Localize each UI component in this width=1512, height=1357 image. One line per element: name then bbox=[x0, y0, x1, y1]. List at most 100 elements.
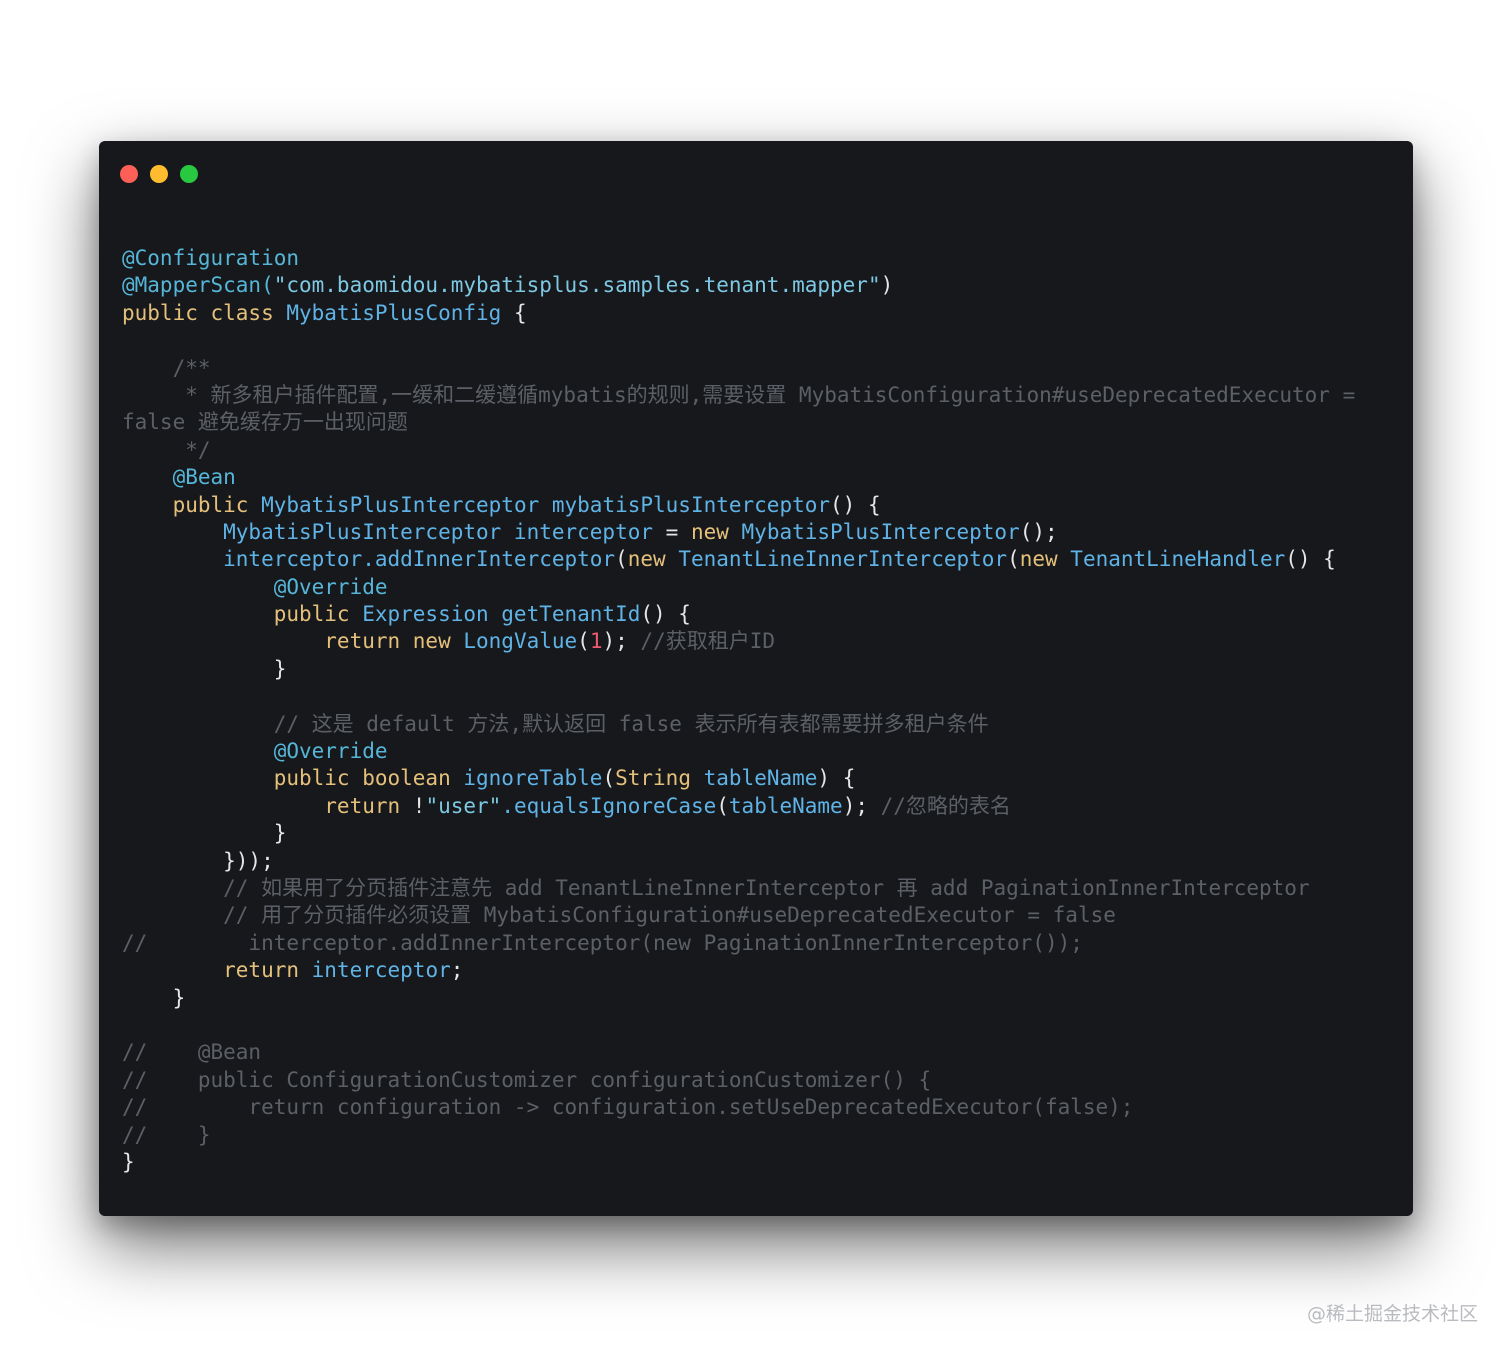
code-token: false 避免缓存万一出现问题 bbox=[122, 410, 408, 435]
code-token: "user" bbox=[425, 793, 502, 818]
code-token: TenantLineInnerInterceptor bbox=[678, 547, 1008, 572]
code-line: return !"user".equalsIgnoreCase(tableNam… bbox=[122, 793, 1373, 820]
code-token: interceptor.addInnerInterceptor bbox=[122, 547, 616, 572]
code-token: MybatisPlusInterceptor bbox=[741, 519, 1020, 544]
code-token: (); bbox=[1019, 519, 1058, 544]
code-line: // public ConfigurationCustomizer config… bbox=[122, 1067, 1373, 1094]
code-token: ) bbox=[880, 273, 894, 298]
code-line: @Bean bbox=[122, 464, 1373, 491]
code-token: LongValue bbox=[463, 629, 578, 654]
code-token: ( bbox=[577, 629, 590, 654]
code-token: /** bbox=[122, 355, 211, 380]
code-token: ); bbox=[842, 793, 881, 818]
code-token: // interceptor.addInnerInterceptor(new P… bbox=[122, 930, 1083, 955]
code-token: public boolean bbox=[122, 766, 464, 791]
code-token: public bbox=[122, 602, 363, 627]
code-token: @Override bbox=[122, 739, 388, 764]
code-line: return interceptor; bbox=[122, 957, 1373, 984]
code-block: @Configuration @MapperScan("com.baomidou.… bbox=[122, 245, 1373, 1176]
code-token: } bbox=[122, 985, 186, 1010]
code-token: ); bbox=[602, 629, 641, 654]
code-window: @Configuration @MapperScan("com.baomidou.… bbox=[99, 141, 1413, 1216]
code-line: @Override bbox=[122, 574, 1373, 601]
minimize-window-button[interactable] bbox=[150, 165, 168, 183]
code-token: () { bbox=[1285, 547, 1336, 572]
code-line: // interceptor.addInnerInterceptor(new P… bbox=[122, 930, 1373, 957]
code-token: 1 bbox=[589, 629, 603, 654]
code-token: tableName bbox=[728, 793, 843, 818]
code-token: ; bbox=[450, 958, 464, 983]
code-line: // 这是 default 方法,默认返回 false 表示所有表都需要拼多租户… bbox=[122, 711, 1373, 738]
code-line: })); bbox=[122, 848, 1373, 875]
code-token: //获取租户ID bbox=[640, 629, 775, 654]
code-line: @Configuration bbox=[122, 245, 1373, 272]
code-line: // @Bean bbox=[122, 1039, 1373, 1066]
code-token: } bbox=[122, 656, 287, 681]
code-token: return new bbox=[122, 629, 464, 654]
code-token: ignoreTable bbox=[463, 766, 603, 791]
code-line: @Override bbox=[122, 738, 1373, 765]
code-line: // 如果用了分页插件注意先 add TenantLineInnerInterc… bbox=[122, 875, 1373, 902]
code-token: @Bean bbox=[122, 465, 236, 490]
code-token: // 如果用了分页插件注意先 add TenantLineInnerInterc… bbox=[122, 875, 1310, 900]
code-token: ( bbox=[1007, 547, 1020, 572]
watermark: @稀土掘金技术社区 bbox=[1306, 1303, 1478, 1325]
code-token: TenantLineHandler bbox=[1070, 547, 1286, 572]
code-token: new bbox=[627, 547, 679, 572]
code-token: return bbox=[122, 958, 312, 983]
code-token: tableName bbox=[703, 766, 818, 791]
code-line: // 用了分页插件必须设置 MybatisConfiguration#useDe… bbox=[122, 902, 1373, 929]
code-token: ! bbox=[412, 793, 426, 818]
code-token: MybatisPlusConfig bbox=[286, 300, 502, 325]
code-token: })); bbox=[122, 848, 274, 873]
code-token: () { bbox=[830, 492, 881, 517]
code-token: // @Bean bbox=[122, 1040, 262, 1065]
code-token: ( bbox=[615, 547, 628, 572]
code-token: interceptor bbox=[311, 958, 451, 983]
close-window-button[interactable] bbox=[120, 165, 138, 183]
code-token: { bbox=[501, 300, 527, 325]
code-line: * 新多租户插件配置,一缓和二缓遵循mybatis的规则,需要设置 Mybati… bbox=[122, 382, 1373, 409]
code-token: public bbox=[122, 492, 262, 517]
code-token: //忽略的表名 bbox=[880, 793, 1011, 818]
code-line: public class MybatisPlusConfig { bbox=[122, 300, 1373, 327]
code-token: ( bbox=[602, 766, 616, 791]
code-line: MybatisPlusInterceptor interceptor = new… bbox=[122, 519, 1373, 546]
code-line: false 避免缓存万一出现问题 bbox=[122, 409, 1373, 436]
code-line: return new LongValue(1); //获取租户ID bbox=[122, 628, 1373, 655]
code-token: ) { bbox=[817, 766, 856, 791]
window-controls bbox=[120, 165, 198, 183]
code-token: @Configuration bbox=[122, 246, 300, 270]
code-token: } bbox=[122, 1149, 135, 1174]
code-line: public boolean ignoreTable(String tableN… bbox=[122, 765, 1373, 792]
code-token: new bbox=[1019, 547, 1071, 572]
code-token: @MapperScan( bbox=[122, 273, 274, 298]
code-line: } bbox=[122, 985, 1373, 1012]
code-token: String bbox=[615, 766, 704, 791]
code-token: () { bbox=[640, 602, 691, 627]
code-token: // 这是 default 方法,默认返回 false 表示所有表都需要拼多租户… bbox=[122, 711, 989, 736]
code-line: } bbox=[122, 820, 1373, 847]
code-token: // return configuration -> configuration… bbox=[122, 1095, 1134, 1120]
code-token: // 用了分页插件必须设置 MybatisConfiguration#useDe… bbox=[122, 903, 1116, 928]
code-line: interceptor.addInnerInterceptor(new Tena… bbox=[122, 546, 1373, 573]
code-line: } bbox=[122, 1149, 1373, 1176]
code-token: = bbox=[653, 519, 691, 544]
code-line: public Expression getTenantId() { bbox=[122, 601, 1373, 628]
code-token: */ bbox=[122, 437, 211, 462]
code-line: // return configuration -> configuration… bbox=[122, 1094, 1373, 1121]
code-token: * 新多租户插件配置,一缓和二缓遵循mybatis的规则,需要设置 Mybati… bbox=[122, 382, 1356, 407]
code-token: MybatisPlusInterceptor interceptor bbox=[122, 519, 654, 544]
code-token: @Override bbox=[122, 574, 388, 599]
code-token: "com.baomidou.mybatisplus.samples.tenant… bbox=[273, 273, 881, 298]
code-token: // public ConfigurationCustomizer config… bbox=[122, 1067, 932, 1092]
code-token: MybatisPlusInterceptor mybatisPlusInterc… bbox=[261, 492, 831, 517]
maximize-window-button[interactable] bbox=[180, 165, 198, 183]
code-token: .equalsIgnoreCase bbox=[501, 793, 717, 818]
code-line: // } bbox=[122, 1122, 1373, 1149]
code-token: public class bbox=[122, 300, 287, 325]
code-token: new bbox=[690, 519, 742, 544]
code-line: */ bbox=[122, 437, 1373, 464]
